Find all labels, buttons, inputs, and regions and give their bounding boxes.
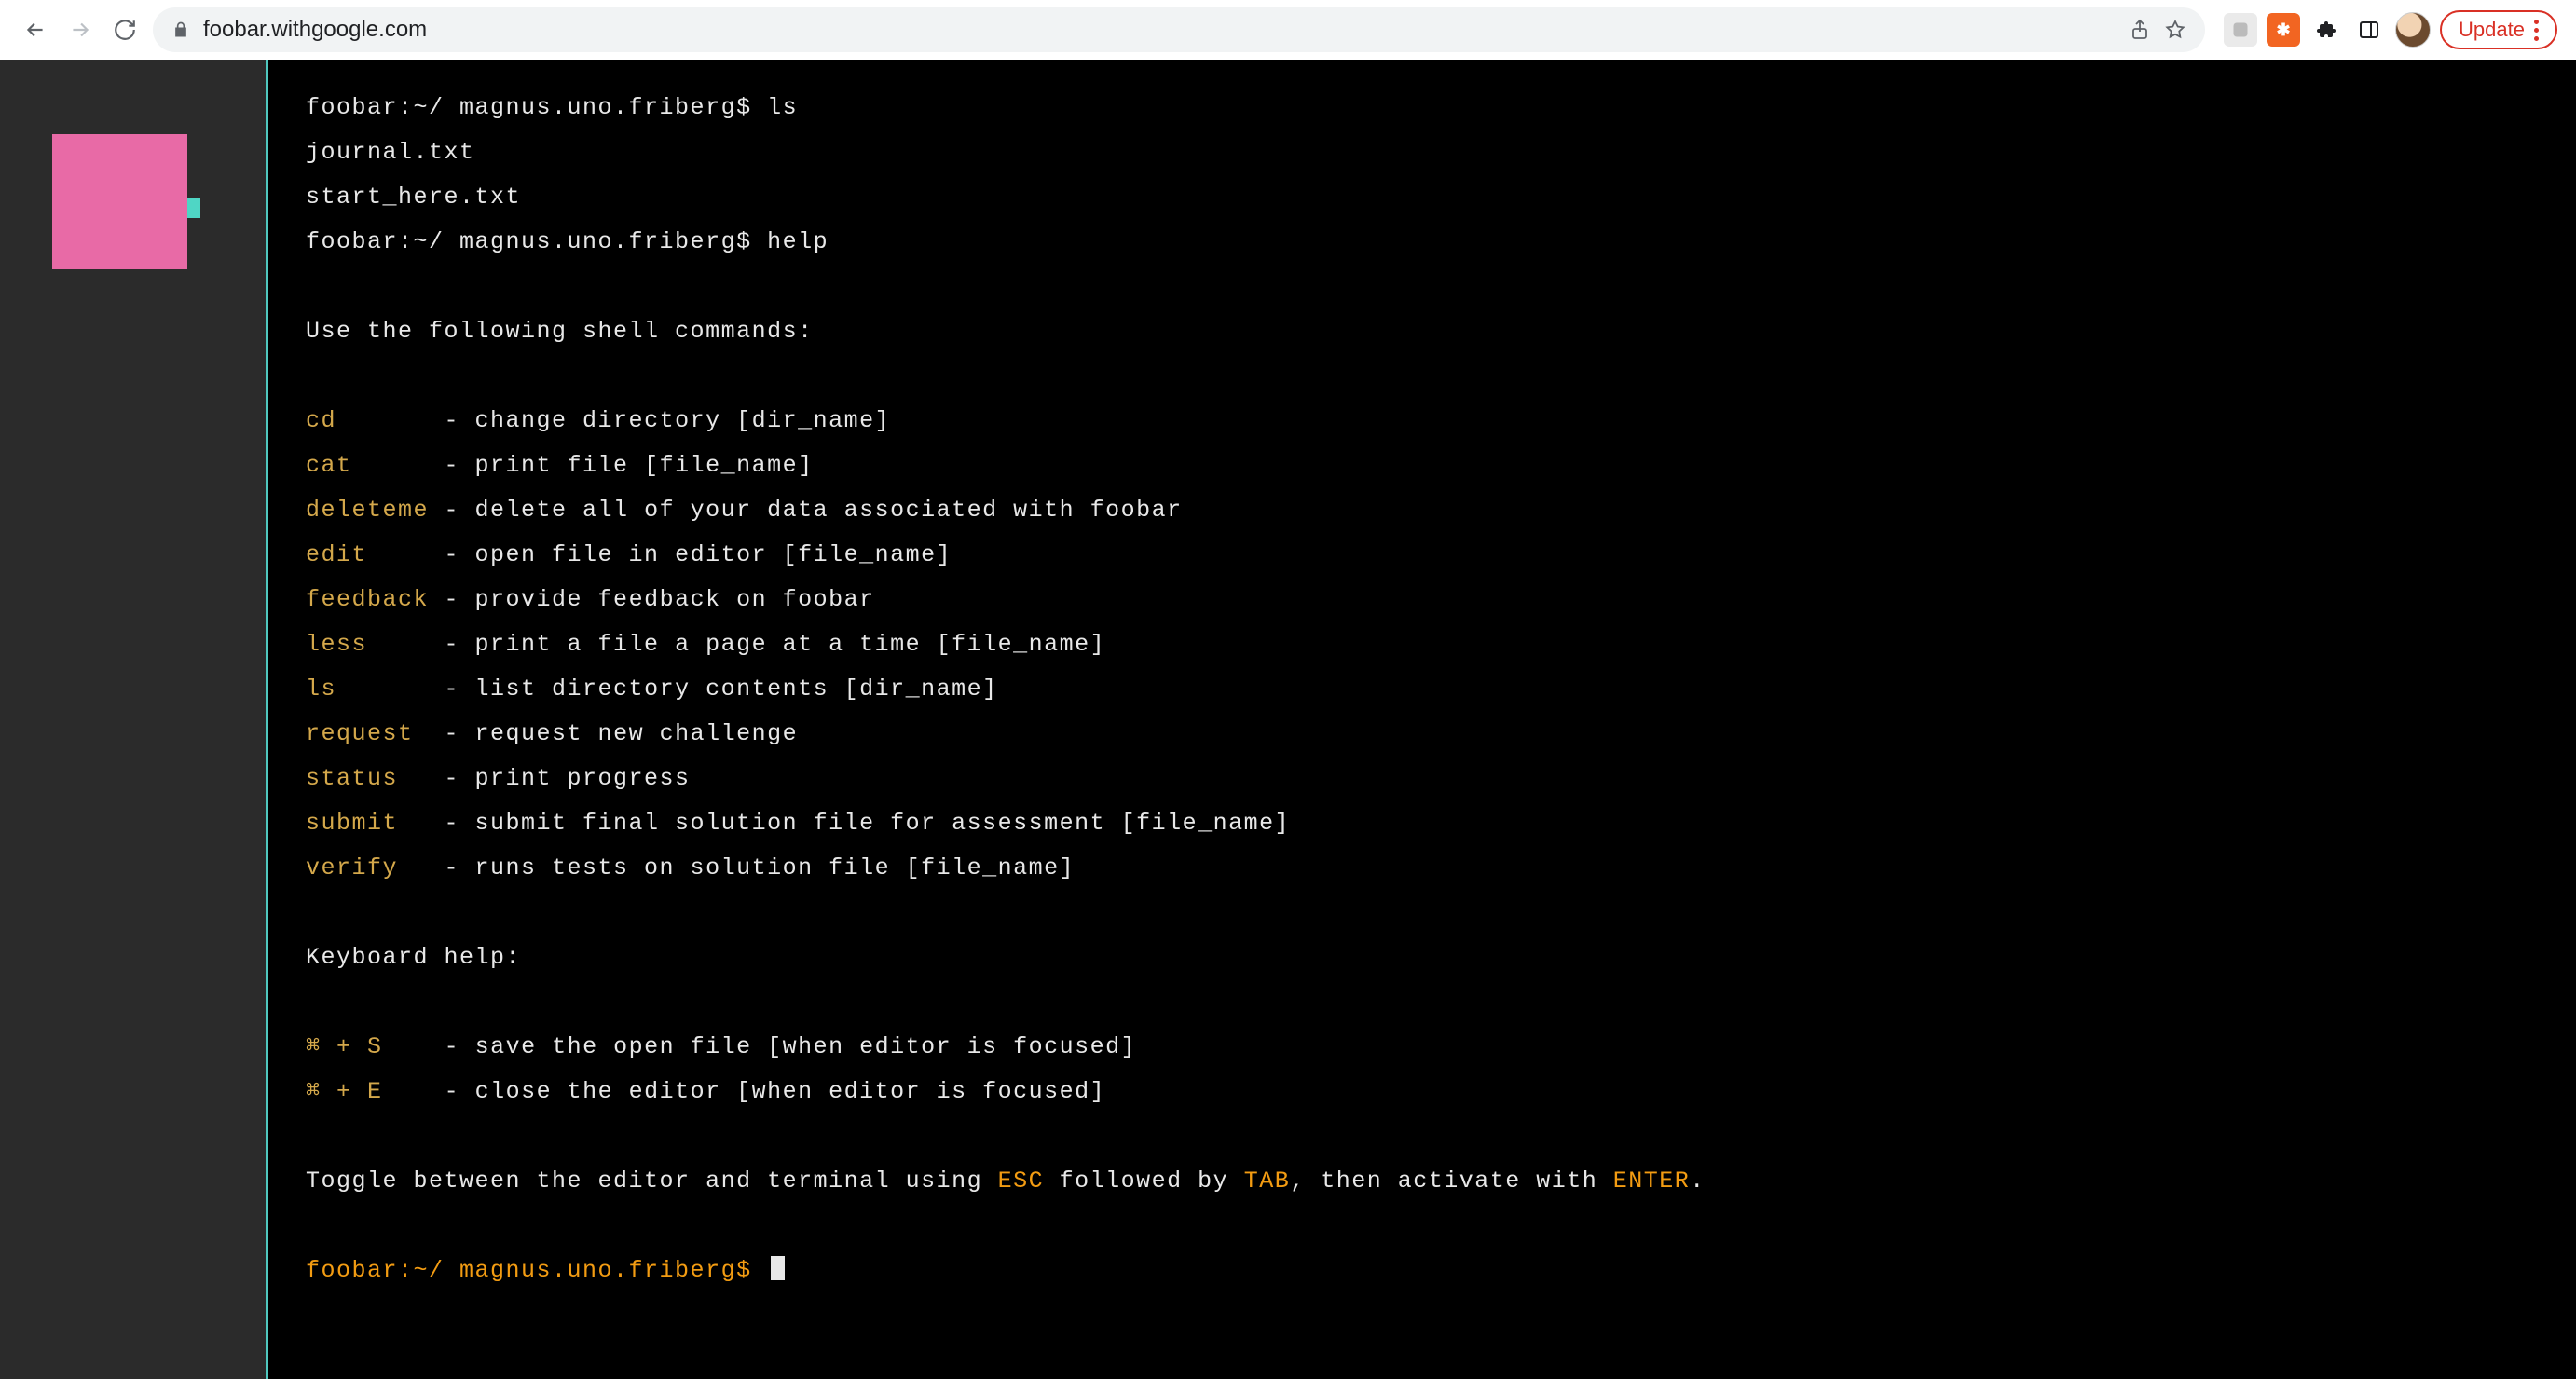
extensions-puzzle-icon[interactable] [2309, 13, 2343, 47]
arrow-left-icon [23, 18, 48, 42]
help-heading: Use the following shell commands: [306, 318, 814, 345]
prompt-line: foobar:~/ magnus.uno.friberg$ help [306, 228, 829, 255]
reload-button[interactable] [108, 13, 142, 47]
extension-2-icon[interactable]: ✱ [2267, 13, 2300, 47]
ls-output: journal.txt start_here.txt [306, 139, 521, 211]
toolbar-right: ✱ Update [2216, 10, 2557, 49]
back-button[interactable] [19, 13, 52, 47]
cursor-icon [771, 1256, 785, 1280]
address-bar[interactable]: foobar.withgoogle.com [153, 7, 2205, 52]
foobar-logo [52, 134, 187, 269]
prompt-line: foobar:~/ magnus.uno.friberg$ ls [306, 94, 798, 121]
extension-1-icon[interactable] [2224, 13, 2257, 47]
active-prompt: foobar:~/ magnus.uno.friberg$ [306, 1257, 767, 1284]
terminal-output: foobar:~/ magnus.uno.friberg$ ls journal… [268, 60, 2576, 1319]
profile-avatar[interactable] [2395, 12, 2431, 48]
keyboard-shortcuts: ⌘ + S - save the open file [when editor … [306, 1033, 1136, 1105]
forward-button[interactable] [63, 13, 97, 47]
update-button[interactable]: Update [2440, 10, 2557, 49]
keyboard-heading: Keyboard help: [306, 944, 521, 971]
star-icon[interactable] [2164, 19, 2186, 41]
logo-flag-icon [187, 198, 200, 218]
sidepanel-icon[interactable] [2352, 13, 2386, 47]
commands-list: cd - change directory [dir_name] cat - p… [306, 407, 1290, 881]
app-content: foobar:~/ magnus.uno.friberg$ ls journal… [0, 60, 2576, 1379]
update-label: Update [2459, 18, 2525, 42]
lock-icon [171, 20, 190, 39]
sidebar [0, 60, 266, 1379]
arrow-right-icon [68, 18, 92, 42]
address-actions [2129, 19, 2186, 41]
reload-icon [113, 18, 137, 42]
share-icon[interactable] [2129, 19, 2151, 41]
menu-dots-icon [2534, 20, 2539, 41]
browser-toolbar: foobar.withgoogle.com ✱ Update [0, 0, 2576, 60]
toggle-hint: Toggle between the editor and terminal u… [306, 1167, 1706, 1195]
terminal-pane[interactable]: foobar:~/ magnus.uno.friberg$ ls journal… [266, 60, 2576, 1379]
url-text: foobar.withgoogle.com [203, 17, 427, 43]
